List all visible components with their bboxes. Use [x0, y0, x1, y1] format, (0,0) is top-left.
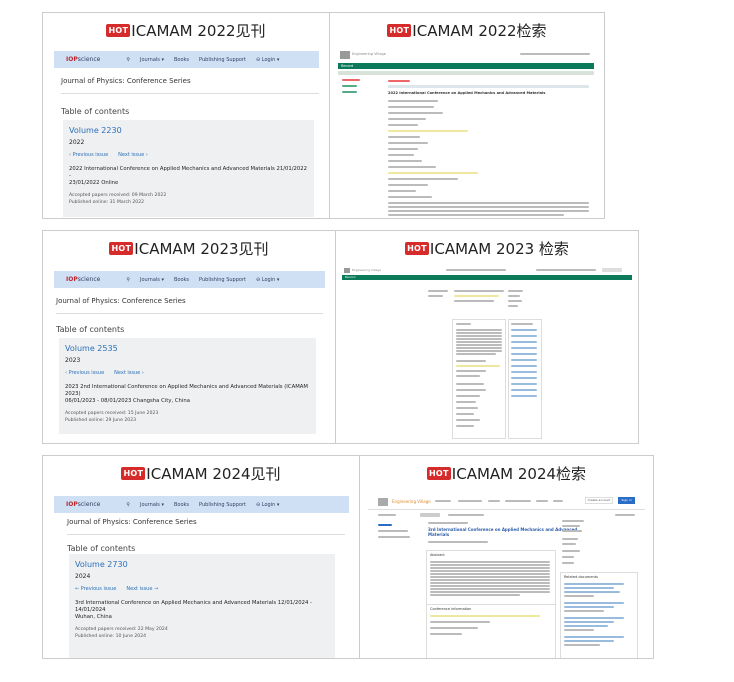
create-account-button[interactable]: Create account — [585, 497, 613, 504]
iop-nav: ⚲ Journals ▾ Books Publishing Support ⊖ Logi… — [126, 277, 289, 283]
ev-logo-icon — [344, 268, 350, 273]
nav-login[interactable]: ⊖ Login ▾ — [256, 57, 279, 63]
conference-title: 2023 2nd International Conference on App… — [65, 384, 308, 404]
next-issue-link[interactable]: Next issue › — [114, 370, 144, 376]
related-documents-label: Related documents — [564, 575, 598, 579]
search-icon[interactable]: ⚲ — [126, 277, 130, 283]
nav-login[interactable]: ⊖ Login ▾ — [256, 502, 279, 508]
hot-badge: HOT — [387, 23, 412, 37]
iop-navbar: IOPscience ⚲ Journals ▾ Books Publishing Su… — [54, 271, 325, 288]
iop-nav: ⚲ Journals ▾ Books Publishing Support ⊖ Logi… — [126, 57, 289, 63]
volume-year: 2024 — [75, 573, 91, 580]
hot-badge: HOT — [121, 466, 146, 480]
cell-title: HOT ICAMAM 2024检索 — [426, 464, 587, 483]
journal-title: Journal of Physics: Conference Series — [61, 77, 191, 85]
search-icon[interactable]: ⚲ — [126, 502, 130, 508]
iop-logo[interactable]: IOPscience — [66, 501, 100, 508]
cell-2023-published: HOT ICAMAM 2023见刊 IOPscience ⚲ Journals ▾ B… — [42, 230, 336, 444]
nav-publishing-support[interactable]: Publishing Support — [199, 502, 246, 508]
hot-badge: HOT — [109, 241, 134, 255]
cell-2023-indexed: HOT ICAMAM 2023 检索 Engineering Village Re… — [335, 230, 639, 444]
volume-meta: Accepted papers received: 22 May 2024 Pub… — [75, 627, 168, 639]
toc-label: Table of contents — [56, 325, 125, 334]
nav-journals[interactable]: Journals ▾ — [140, 277, 164, 283]
ev-record-page: Engineering Village Record 2022 Internat… — [330, 47, 604, 218]
previous-issue-link[interactable]: ‹ Previous issue — [69, 152, 108, 158]
ev-record-page: Engineering Village Create account Sign … — [360, 490, 653, 658]
ev-record-bar: Record — [342, 275, 632, 280]
nav-books[interactable]: Books — [174, 277, 189, 283]
search-icon[interactable]: ⚲ — [126, 57, 130, 63]
nav-journals[interactable]: Journals ▾ — [140, 57, 164, 63]
nav-publishing-support[interactable]: Publishing Support — [199, 277, 246, 283]
cell-2024-published: HOT ICAMAM 2024见刊 IOPscience ⚲ Journals ▾ B… — [42, 455, 360, 659]
cell-2024-indexed: HOT ICAMAM 2024检索 Engineering Village Cre… — [359, 455, 654, 659]
sign-in-button[interactable]: Sign in — [618, 497, 635, 504]
toc-label: Table of contents — [61, 107, 130, 116]
cell-2022-published: HOT ICAMAM 2022见刊 IOPscience ⚲ Journals ▾ B… — [42, 12, 330, 219]
record-title: 2022 International Conference on Applied… — [388, 91, 546, 95]
conference-title: 2022 International Conference on Applied… — [69, 166, 308, 186]
ev-brand: Engineering Village — [392, 499, 431, 504]
hot-badge: HOT — [106, 23, 131, 37]
cell-title: HOT ICAMAM 2022见刊 — [106, 21, 266, 40]
nav-publishing-support[interactable]: Publishing Support — [199, 57, 246, 63]
ev-logo-icon — [378, 498, 388, 506]
volume-box: Volume 2730 2024 ← Previous issue Next is… — [69, 554, 335, 658]
nav-books[interactable]: Books — [174, 502, 189, 508]
ev-record-page: Engineering Village Record — [336, 265, 638, 443]
cell-title: HOT ICAMAM 2022检索 — [387, 21, 547, 40]
volume-meta: Accepted papers received: 15 June 2023 Pu… — [65, 411, 159, 423]
hot-badge: HOT — [405, 241, 429, 255]
volume-link[interactable]: Volume 2230 — [69, 126, 308, 135]
iop-nav: ⚲ Journals ▾ Books Publishing Support ⊖ Logi… — [126, 502, 289, 508]
cell-2022-indexed: HOT ICAMAM 2022检索 Engineering Village Rec… — [329, 12, 605, 219]
ev-logo-icon — [340, 51, 350, 59]
previous-issue-link[interactable]: ← Previous issue — [75, 586, 116, 592]
iop-logo[interactable]: IOPscience — [66, 56, 100, 63]
abstract-label: Abstract — [430, 553, 445, 557]
volume-year: 2023 — [65, 357, 81, 364]
nav-books[interactable]: Books — [174, 57, 189, 63]
record-title: 3rd International Conference on Applied … — [428, 527, 578, 537]
nav-journals[interactable]: Journals ▾ — [140, 502, 164, 508]
next-issue-link[interactable]: Next issue › — [118, 152, 148, 158]
conference-title: 3rd International Conference on Applied … — [75, 600, 312, 620]
conference-info-label: Conference information — [430, 607, 472, 611]
volume-box: Volume 2535 2023 ‹ Previous issue Next is… — [59, 338, 316, 434]
volume-box: Volume 2230 2022 ‹ Previous issue Next is… — [63, 120, 314, 217]
iop-logo[interactable]: IOPscience — [66, 276, 100, 283]
journal-title: Journal of Physics: Conference Series — [56, 297, 186, 305]
volume-link[interactable]: Volume 2535 — [65, 344, 310, 353]
journal-title: Journal of Physics: Conference Series — [67, 518, 197, 526]
toc-label: Table of contents — [67, 544, 136, 553]
iop-navbar: IOPscience ⚲ Journals ▾ Books Publishing Su… — [54, 51, 319, 68]
iop-navbar: IOPscience ⚲ Journals ▾ Books Publishing Su… — [54, 496, 349, 513]
hot-badge: HOT — [426, 466, 451, 480]
nav-login[interactable]: ⊖ Login ▾ — [256, 277, 279, 283]
screenshot-collage: HOT ICAMAM 2022见刊 IOPscience ⚲ Journals ▾ B… — [0, 0, 734, 682]
cell-title: HOT ICAMAM 2023见刊 — [109, 239, 269, 258]
cell-title: HOT ICAMAM 2023 检索 — [405, 239, 569, 258]
cell-title: HOT ICAMAM 2024见刊 — [121, 464, 281, 483]
ev-record-bar: Record — [338, 63, 594, 69]
previous-issue-link[interactable]: ‹ Previous issue — [65, 370, 104, 376]
volume-year: 2022 — [69, 139, 85, 146]
volume-meta: Accepted papers received: 09 March 2022 P… — [69, 193, 167, 205]
ev-brand: Engineering Village — [352, 52, 386, 56]
next-issue-link[interactable]: Next issue → — [126, 586, 158, 592]
volume-link[interactable]: Volume 2730 — [75, 560, 329, 569]
